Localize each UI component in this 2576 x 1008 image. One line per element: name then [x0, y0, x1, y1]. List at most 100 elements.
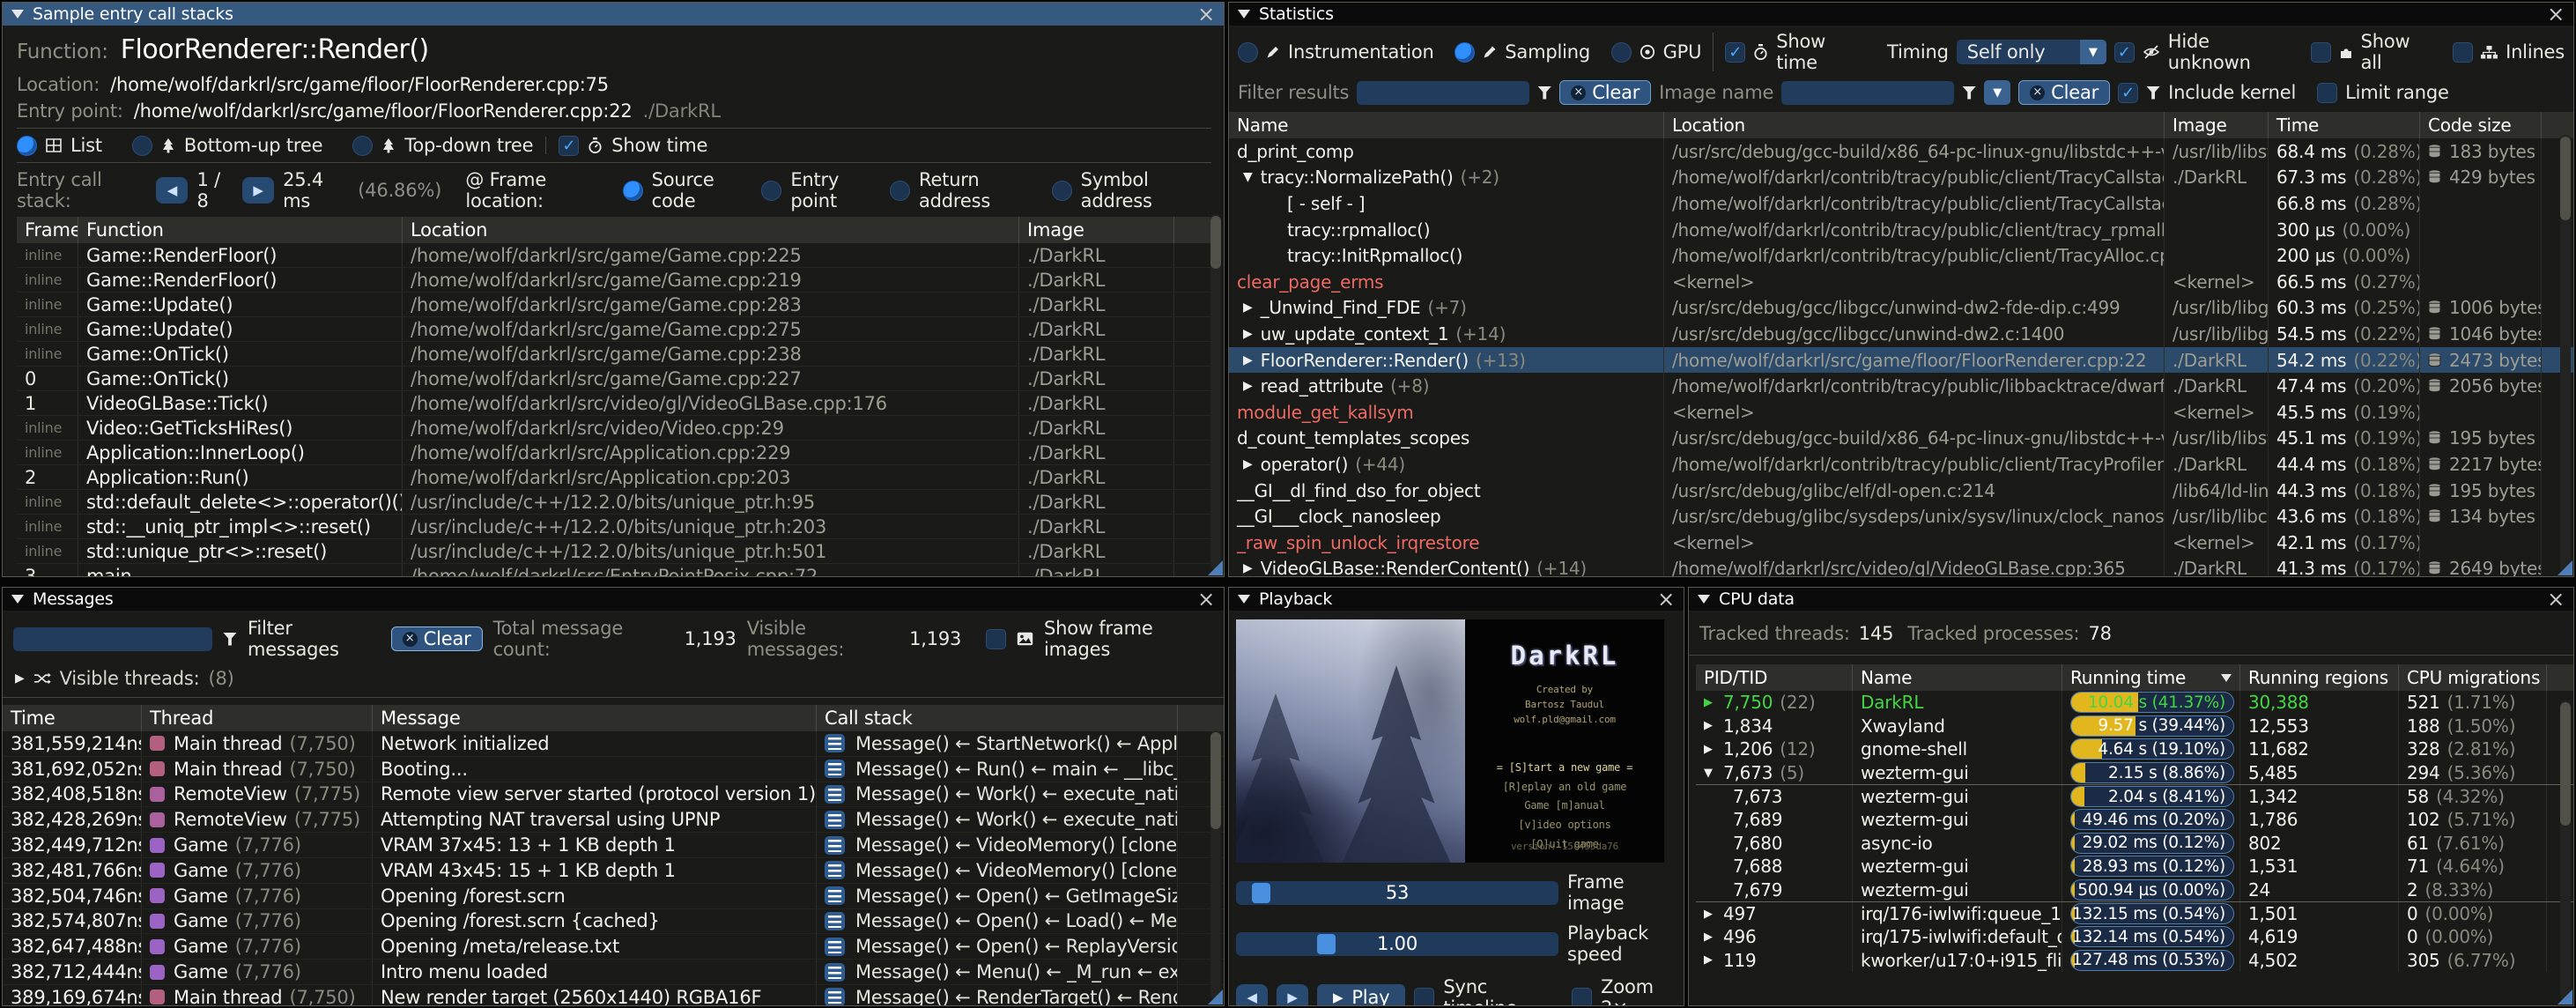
resize-grip[interactable]	[1208, 560, 1223, 575]
entry-point-radio[interactable]	[761, 181, 781, 201]
bottom-up-radio[interactable]	[132, 136, 152, 156]
source-code-radio[interactable]	[623, 181, 643, 201]
message-row[interactable]: 382,574,807ns Game (7,776) Opening /fore…	[3, 909, 1224, 935]
expand-icon[interactable]: ▶	[15, 671, 25, 686]
expand-icon[interactable]: ▶	[1243, 457, 1253, 471]
table-row[interactable]: inline Application::InnerLoop() /home/wo…	[17, 441, 1211, 465]
table-row[interactable]: 2 Application::Run() /home/wolf/darkrl/s…	[17, 465, 1211, 490]
callstack-icon[interactable]	[825, 836, 845, 855]
callstack-icon[interactable]	[825, 938, 845, 956]
close-icon[interactable]: ×	[2547, 589, 2565, 609]
scrollbar[interactable]	[2560, 135, 2571, 572]
symbol-address-radio[interactable]	[1052, 181, 1072, 201]
cpu-row[interactable]: ▶ 1,834 Xwayland 9.57 s (39.44%) 12,553 …	[1696, 715, 2573, 738]
close-icon[interactable]: ×	[1657, 589, 1675, 609]
table-row[interactable]: ▶ FloorRenderer::Render() (+13) /home/wo…	[1229, 347, 2573, 374]
scrollbar[interactable]	[1210, 214, 1221, 570]
close-icon[interactable]: ×	[1197, 589, 1215, 609]
expand-icon[interactable]: ▶	[1704, 719, 1723, 732]
filter-messages-input[interactable]	[13, 627, 212, 651]
expand-icon[interactable]: ▼	[1243, 170, 1253, 184]
table-row[interactable]: inline Video::GetTicksHiRes() /home/wolf…	[17, 416, 1211, 441]
clear-filter-button[interactable]: ×Clear	[1559, 80, 1651, 105]
scrollbar[interactable]	[2560, 700, 2571, 1000]
filter-icon[interactable]	[1537, 86, 1551, 100]
table-row[interactable]: 0 Game::OnTick() /home/wolf/darkrl/src/g…	[17, 367, 1211, 391]
callstack-icon[interactable]	[825, 760, 845, 778]
filter-icon[interactable]	[223, 633, 237, 646]
close-icon[interactable]: ×	[1197, 4, 1215, 24]
show-all-checkbox[interactable]: ✓	[2311, 42, 2331, 63]
table-row[interactable]: [ - self - ] /home/wolf/darkrl/contrib/t…	[1229, 190, 2573, 217]
table-row[interactable]: ▶ operator() (+44) /home/wolf/darkrl/con…	[1229, 451, 2573, 478]
instrumentation-radio[interactable]	[1238, 42, 1258, 63]
show-frame-images-checkbox[interactable]: ✓	[986, 629, 1006, 649]
table-row[interactable]: ▶ uw_update_context_1 (+14) /usr/src/deb…	[1229, 321, 2573, 347]
filter-icon[interactable]	[1962, 86, 1976, 100]
table-row[interactable]: module_get_kallsym <kernel> <kernel> 45.…	[1229, 399, 2573, 426]
table-row[interactable]: 3 main /home/wolf/darkrl/src/EntryPointP…	[17, 564, 1211, 577]
cpu-row[interactable]: 7,680 async-io 29.02 ms (0.12%) 802 61(7…	[1696, 832, 2573, 856]
image-name-input[interactable]	[1781, 81, 1954, 105]
table-row[interactable]: inline Game::Update() /home/wolf/darkrl/…	[17, 293, 1211, 317]
table-row[interactable]: inline std::default_delete<>::operator()…	[17, 490, 1211, 515]
collapse-icon[interactable]	[1238, 10, 1250, 19]
resize-grip[interactable]	[2557, 989, 2572, 1004]
table-row[interactable]: tracy::rpmalloc() /home/wolf/darkrl/cont…	[1229, 217, 2573, 243]
cpu-row[interactable]: ▶ 119 kworker/u17:0+i915_flip 127.48 ms …	[1696, 949, 2573, 973]
callstack-icon[interactable]	[825, 734, 845, 752]
cpu-row[interactable]: ▶ 497 irq/176-iwlwifi:queue_1 132.15 ms …	[1696, 901, 2573, 925]
expand-icon[interactable]: ▶	[1243, 379, 1253, 393]
message-row[interactable]: 382,449,712ns Game (7,776) VRAM 37x45: 1…	[3, 833, 1224, 858]
message-row[interactable]: 382,504,746ns Game (7,776) Opening /fore…	[3, 884, 1224, 909]
table-row[interactable]: 1 VideoGLBase::Tick() /home/wolf/darkrl/…	[17, 391, 1211, 416]
cpu-row[interactable]: ▼ 7,673 (5) wezterm-gui 2.15 s (8.86%) 5…	[1696, 761, 2573, 785]
limit-range-checkbox[interactable]: ✓	[2317, 83, 2337, 103]
table-row[interactable]: _raw_spin_unlock_irqrestore <kernel> <ke…	[1229, 530, 2573, 556]
frame-slider[interactable]: 53	[1236, 881, 1558, 905]
top-down-radio[interactable]	[352, 136, 373, 156]
expand-icon[interactable]: ▶	[1243, 561, 1253, 575]
list-radio[interactable]	[17, 136, 37, 156]
prev-frame-button[interactable]: ◀	[1236, 984, 1268, 1006]
play-button[interactable]: ▶Play	[1317, 984, 1405, 1007]
table-row[interactable]: d_print_comp /usr/src/debug/gcc-build/x8…	[1229, 138, 2573, 165]
callstack-icon[interactable]	[825, 963, 845, 982]
expand-icon[interactable]: ▶	[1704, 743, 1723, 756]
hide-unknown-checkbox[interactable]: ✓	[2114, 42, 2135, 63]
message-row[interactable]: 382,408,518ns RemoteView (7,775) Remote …	[3, 782, 1224, 808]
callstack-icon[interactable]	[825, 988, 845, 1006]
cpu-row[interactable]: 7,679 wezterm-gui 500.94 µs (0.00%) 24 2…	[1696, 878, 2573, 902]
callstack-icon[interactable]	[825, 811, 845, 829]
message-row[interactable]: 382,712,444ns Game (7,776) Intro menu lo…	[3, 960, 1224, 985]
close-icon[interactable]: ×	[2547, 4, 2565, 24]
message-row[interactable]: 381,559,214ns Main thread (7,750) Networ…	[3, 731, 1224, 757]
expand-icon[interactable]: ▶	[1243, 327, 1253, 341]
clear-button[interactable]: ×Clear	[391, 626, 483, 651]
table-row[interactable]: ▶ _Unwind_Find_FDE (+7) /usr/src/debug/g…	[1229, 295, 2573, 322]
sync-timeline-checkbox[interactable]: ✓	[1414, 988, 1434, 1007]
table-row[interactable]: __GI___clock_nanosleep /usr/src/debug/gl…	[1229, 503, 2573, 530]
table-row[interactable]: __GI__dl_find_dso_for_object /usr/src/de…	[1229, 478, 2573, 504]
message-row[interactable]: 381,692,052ns Main thread (7,750) Bootin…	[3, 757, 1224, 782]
inlines-checkbox[interactable]: ✓	[2453, 42, 2473, 63]
include-kernel-checkbox[interactable]: ✓	[2118, 83, 2138, 103]
expand-icon[interactable]: ▶	[1243, 353, 1253, 367]
speed-slider[interactable]: 1.00	[1236, 932, 1558, 956]
cpu-row[interactable]: ▶ 496 irq/175-iwlwifi:default_qu 132.14 …	[1696, 925, 2573, 949]
zoom-2x-checkbox[interactable]: ✓	[1572, 988, 1592, 1007]
show-time-checkbox[interactable]: ✓	[559, 136, 579, 156]
callstack-icon[interactable]	[825, 886, 845, 905]
return-address-radio[interactable]	[890, 181, 910, 201]
message-row[interactable]: 382,647,488ns Game (7,776) Opening /meta…	[3, 934, 1224, 960]
table-row[interactable]: inline std::__uniq_ptr_impl<>::reset() /…	[17, 515, 1211, 539]
table-row[interactable]: d_count_templates_scopes /usr/src/debug/…	[1229, 426, 2573, 452]
callstack-icon[interactable]	[825, 785, 845, 804]
expand-icon[interactable]: ▼	[1704, 767, 1723, 780]
image-filter-dropdown[interactable]: ▼	[1984, 80, 2010, 105]
message-row[interactable]: 382,428,269ns RemoteView (7,775) Attempt…	[3, 807, 1224, 833]
table-row[interactable]: inline Game::RenderFloor() /home/wolf/da…	[17, 268, 1211, 293]
next-stack-button[interactable]: ▶	[242, 177, 274, 204]
collapse-icon[interactable]	[11, 595, 24, 604]
table-row[interactable]: tracy::InitRpmalloc() /home/wolf/darkrl/…	[1229, 242, 2573, 269]
